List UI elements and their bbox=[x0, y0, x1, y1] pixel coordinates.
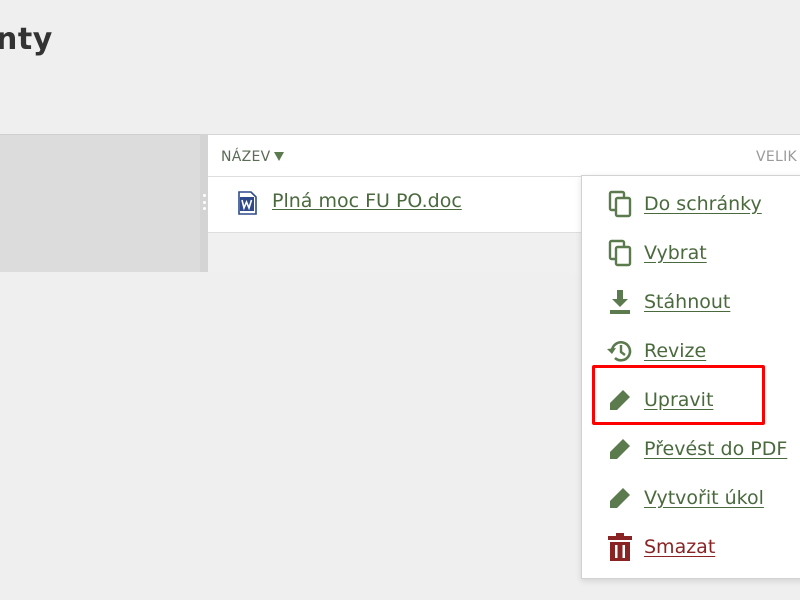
page-title: nty bbox=[0, 22, 53, 57]
column-header-name[interactable]: NÁZEV bbox=[221, 149, 284, 165]
trash-icon bbox=[606, 533, 634, 561]
menu-item-select[interactable]: Vybrat bbox=[582, 231, 800, 275]
menu-item-delete[interactable]: Smazat bbox=[582, 525, 800, 569]
column-header-size[interactable]: VELIK bbox=[756, 149, 797, 165]
column-header-name-label: NÁZEV bbox=[221, 149, 271, 165]
sort-descending-icon bbox=[273, 151, 284, 161]
left-pane bbox=[0, 134, 200, 272]
page-header: nty bbox=[0, 0, 800, 134]
history-icon bbox=[606, 337, 634, 365]
pencil-icon bbox=[606, 386, 634, 414]
menu-item-label: Revize bbox=[644, 340, 707, 362]
table-header: NÁZEV VELIK bbox=[208, 135, 800, 177]
file-context-menu: Do schránky Vybrat Stáhnout Revize Uprav… bbox=[581, 175, 800, 579]
menu-item-revisions[interactable]: Revize bbox=[582, 329, 800, 373]
menu-item-create-task[interactable]: Vytvořit úkol bbox=[582, 476, 800, 520]
menu-item-copy-to-clipboard[interactable]: Do schránky bbox=[582, 182, 800, 226]
splitter-handle-icon bbox=[202, 194, 206, 210]
menu-item-convert-to-pdf[interactable]: Převést do PDF bbox=[582, 427, 800, 471]
word-document-icon bbox=[236, 191, 258, 215]
download-icon bbox=[606, 288, 634, 316]
menu-item-label: Smazat bbox=[644, 536, 716, 558]
menu-item-label: Vytvořit úkol bbox=[644, 487, 764, 509]
menu-item-label: Převést do PDF bbox=[644, 438, 788, 460]
file-link[interactable]: Plná moc FU PO.doc bbox=[272, 190, 462, 212]
pencil-icon bbox=[606, 435, 634, 463]
pencil-icon bbox=[606, 484, 634, 512]
menu-item-label: Vybrat bbox=[644, 242, 707, 264]
menu-item-download[interactable]: Stáhnout bbox=[582, 280, 800, 324]
menu-item-label: Do schránky bbox=[644, 193, 762, 215]
select-copy-icon bbox=[606, 239, 634, 267]
menu-item-label: Stáhnout bbox=[644, 291, 731, 313]
menu-item-label: Upravit bbox=[644, 389, 714, 411]
pane-splitter[interactable] bbox=[200, 134, 208, 272]
menu-item-edit[interactable]: Upravit bbox=[582, 378, 800, 422]
clipboard-copy-icon bbox=[606, 190, 634, 218]
